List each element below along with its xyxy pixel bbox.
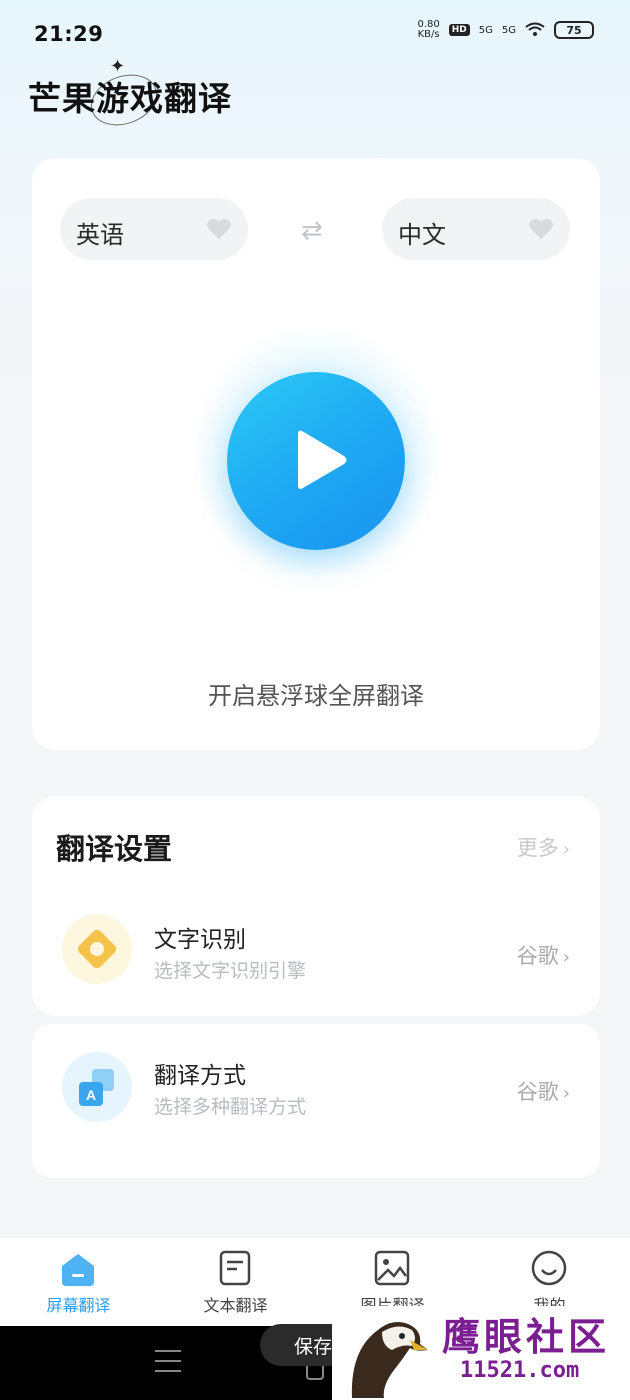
ocr-value: 谷歌 ›	[516, 944, 570, 968]
eagle-logo-icon	[351, 1322, 428, 1398]
tab-label: 屏幕翻译	[46, 1296, 111, 1315]
battery-icon: 75	[554, 21, 594, 39]
watermark-url: 11521.com	[460, 1358, 580, 1383]
text-doc-icon	[219, 1250, 251, 1286]
more-label: 更多	[516, 836, 559, 860]
app-title: 芒果游戏翻译	[28, 79, 232, 118]
chevron-down-icon	[529, 218, 553, 239]
swap-arrows-icon[interactable]: ⇄	[301, 216, 323, 246]
start-floating-ball-button[interactable]	[227, 372, 405, 550]
tab-text-translate[interactable]: 文本翻译	[157, 1238, 314, 1326]
source-language-label: 英语	[76, 221, 124, 249]
play-icon	[298, 430, 347, 489]
floating-ball-caption: 开启悬浮球全屏翻译	[208, 682, 424, 710]
recent-apps-icon[interactable]	[155, 1350, 181, 1374]
target-language-label: 中文	[398, 221, 446, 249]
hd-icon: HD	[448, 24, 470, 36]
signal-icon-2: 5G	[501, 24, 516, 36]
method-title: 翻译方式	[154, 1063, 246, 1089]
translate-settings-card: 翻译设置 更多 › 文字识别 选择文字识别引擎 谷歌 ›	[32, 796, 600, 1016]
signal-icon: 5G	[478, 24, 493, 36]
ocr-title: 文字识别	[154, 927, 246, 953]
status-time: 21:29	[34, 22, 104, 46]
tab-screen-translate[interactable]: 屏幕翻译	[0, 1238, 157, 1326]
chevron-right-icon: ›	[562, 839, 570, 860]
translate-method-card[interactable]: A 翻译方式 选择多种翻译方式 谷歌 ›	[32, 1024, 600, 1178]
screen-icon	[62, 1254, 94, 1286]
watermark-text: 鹰眼社区	[442, 1314, 611, 1359]
chevron-right-icon: ›	[562, 947, 570, 968]
source-language-select[interactable]: 英语	[60, 198, 248, 260]
wifi-icon	[525, 22, 545, 39]
target-language-select[interactable]: 中文	[382, 198, 570, 260]
screen-translate-card: 英语 ⇄ 中文 开启悬浮球全屏翻译	[32, 158, 600, 750]
status-bar: 21:29 0.80 KB/s HD 5G 5G 75	[0, 0, 630, 60]
diamond-icon	[62, 914, 132, 984]
image-icon	[374, 1250, 410, 1286]
tab-label: 文本翻译	[203, 1296, 268, 1315]
ocr-subtitle: 选择文字识别引擎	[154, 960, 307, 982]
translate-icon: A	[62, 1052, 132, 1122]
more-link[interactable]: 更多 ›	[517, 832, 570, 862]
chevron-down-icon	[207, 218, 231, 239]
watermark: 鹰眼社区 11521.com	[332, 1306, 630, 1400]
chevron-right-icon: ›	[562, 1083, 570, 1104]
status-icons: 0.80 KB/s HD 5G 5G 75	[417, 20, 594, 40]
settings-title: 翻译设置	[56, 832, 173, 866]
net-speed: 0.80 KB/s	[417, 19, 440, 40]
profile-icon	[531, 1250, 567, 1286]
svg-text:A: A	[86, 1087, 96, 1103]
method-subtitle: 选择多种翻译方式	[154, 1096, 307, 1118]
method-value: 谷歌 ›	[516, 1080, 570, 1104]
